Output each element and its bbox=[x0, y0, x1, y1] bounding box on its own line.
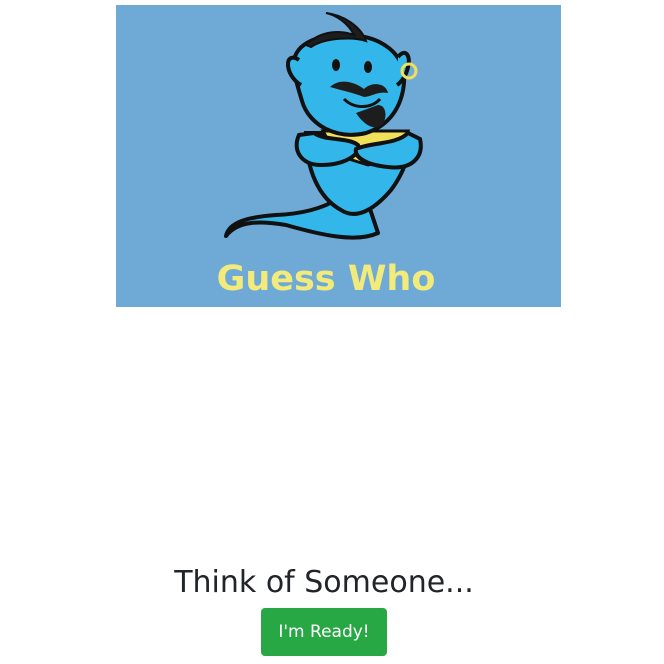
ready-button[interactable]: I'm Ready! bbox=[261, 608, 387, 656]
banner-title: Guess Who bbox=[216, 259, 436, 299]
guess-who-banner: Guess Who bbox=[116, 5, 561, 307]
game-page: Guess Who Think of Someone... I'm Ready! bbox=[0, 0, 664, 664]
think-prompt: Think of Someone... bbox=[174, 565, 474, 600]
